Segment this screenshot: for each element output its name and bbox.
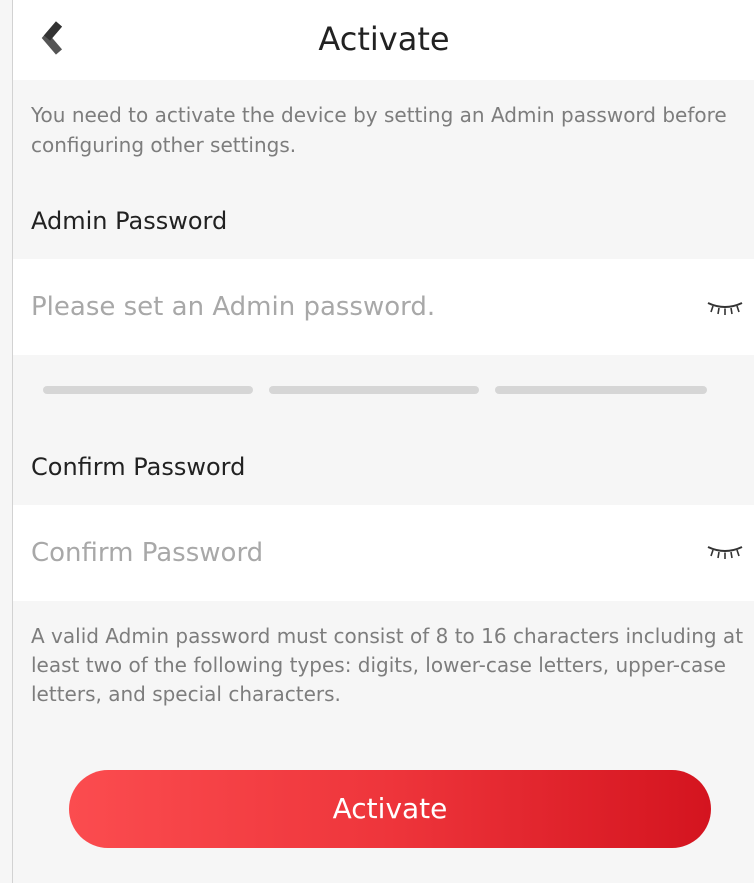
confirm-password-label: Confirm Password	[31, 453, 246, 481]
activate-button[interactable]: Activate	[69, 770, 711, 848]
confirm-password-field	[13, 505, 754, 601]
header-bar: Activate	[13, 0, 754, 80]
activate-screen: Activate You need to activate the device…	[12, 0, 754, 883]
intro-text: You need to activate the device by setti…	[31, 103, 727, 157]
eye-closed-icon[interactable]	[705, 541, 745, 565]
confirm-password-input[interactable]	[31, 505, 671, 601]
admin-password-input[interactable]	[31, 259, 671, 355]
strength-segment-1	[43, 386, 253, 394]
strength-segment-3	[495, 386, 707, 394]
admin-password-field	[13, 259, 754, 355]
page-title: Activate	[318, 20, 450, 58]
eye-closed-icon[interactable]	[705, 297, 745, 321]
admin-password-label: Admin Password	[31, 207, 228, 235]
strength-segment-2	[269, 386, 479, 394]
password-requirements-hint: A valid Admin password must consist of 8…	[31, 624, 744, 706]
